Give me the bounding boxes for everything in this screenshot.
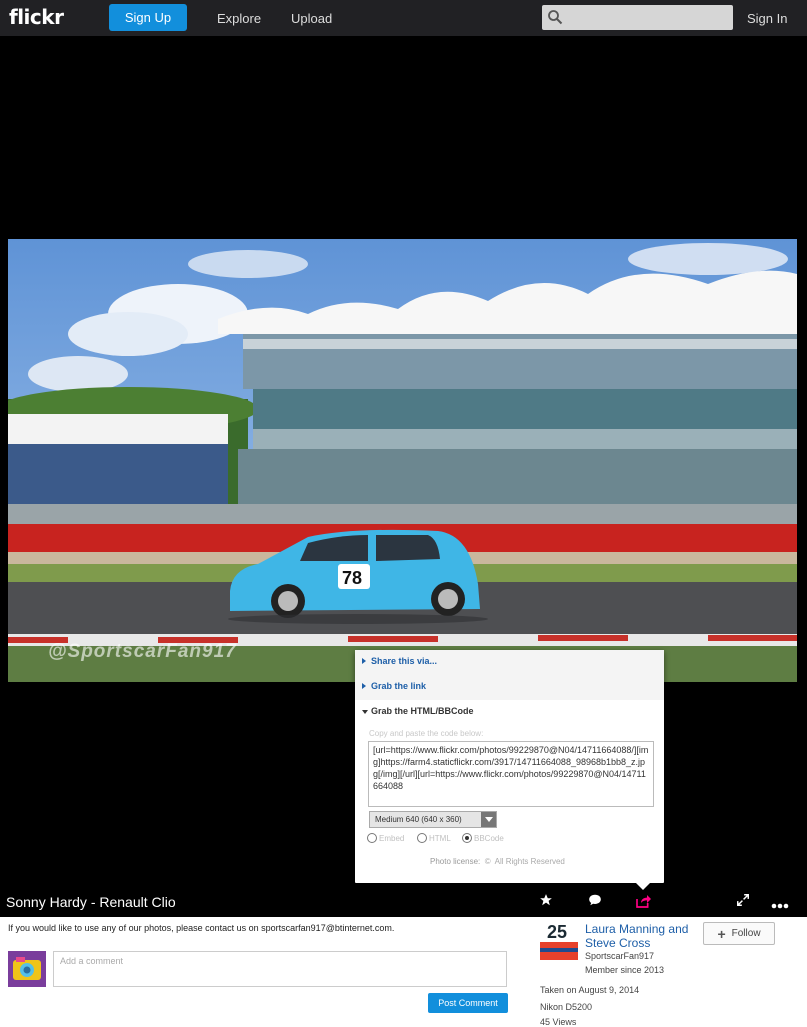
embed-code-textarea[interactable]: [url=https://www.flickr.com/photos/99229…: [368, 741, 654, 807]
svg-text:78: 78: [342, 568, 362, 588]
fullscreen-icon[interactable]: [736, 893, 750, 912]
license-label: Photo license:: [430, 857, 481, 866]
format-bbcode-radio[interactable]: BBCode: [462, 833, 504, 843]
owner-member-since: Member since 2013: [585, 965, 665, 975]
format-bbcode-label: BBCode: [474, 834, 504, 843]
share-icon[interactable]: [635, 893, 651, 914]
photo-description: If you would like to use any of our phot…: [8, 923, 395, 933]
comment-input[interactable]: Add a comment: [53, 951, 507, 987]
top-navigation-bar: flickr Sign Up Explore Upload Sign In: [0, 0, 807, 36]
grab-html-label: Grab the HTML/BBCode: [371, 706, 474, 716]
collapse-arrow-icon: [362, 710, 368, 714]
taken-date[interactable]: Taken on August 9, 2014: [540, 985, 639, 995]
flickr-logo[interactable]: flickr: [9, 5, 64, 29]
view-count: 45 Views: [540, 1017, 577, 1027]
size-select[interactable]: Medium 640 (640 x 360): [369, 811, 497, 828]
grab-link-label: Grab the link: [371, 681, 427, 691]
photo-watermark: @SportscarFan917: [48, 641, 237, 662]
search-icon: [548, 10, 563, 25]
share-via-option[interactable]: Share this via...: [355, 650, 664, 676]
plus-icon: +: [717, 925, 726, 942]
format-html-label: HTML: [429, 834, 451, 843]
copyright-icon: ©: [482, 857, 493, 866]
photo-license: Photo license: © All Rights Reserved: [430, 857, 565, 866]
owner-username[interactable]: SportscarFan917: [585, 951, 654, 961]
format-embed-radio[interactable]: Embed: [367, 833, 404, 843]
more-options-icon[interactable]: [771, 896, 789, 914]
grab-html-option[interactable]: Grab the HTML/BBCode: [355, 700, 664, 725]
photo-title: Sonny Hardy - Renault Clio: [6, 894, 176, 910]
format-html-radio[interactable]: HTML: [417, 833, 451, 843]
license-value: All Rights Reserved: [494, 857, 565, 866]
grab-link-option[interactable]: Grab the link: [355, 675, 664, 701]
main-photo[interactable]: 78: [8, 239, 797, 682]
expand-arrow-icon: [362, 683, 366, 689]
format-embed-label: Embed: [379, 834, 405, 843]
sign-up-button[interactable]: Sign Up: [109, 4, 187, 31]
radio-icon: [417, 833, 427, 843]
chevron-down-icon: [481, 812, 496, 827]
radio-icon: [367, 833, 377, 843]
size-select-value: Medium 640 (640 x 360): [375, 815, 462, 824]
user-avatar: [8, 951, 46, 987]
share-popup: Share this via... Grab the link Grab the…: [355, 650, 664, 883]
radio-selected-icon: [462, 833, 472, 843]
nav-upload[interactable]: Upload: [291, 11, 332, 26]
share-via-label: Share this via...: [371, 656, 438, 666]
comment-icon[interactable]: [588, 893, 602, 912]
expand-arrow-icon: [362, 658, 366, 664]
search-input[interactable]: [542, 5, 733, 30]
nav-explore[interactable]: Explore: [217, 11, 261, 26]
follow-button[interactable]: + Follow: [703, 922, 775, 945]
owner-avatar[interactable]: 25: [540, 922, 578, 960]
copy-hint: Copy and paste the code below:: [369, 729, 484, 738]
favorite-star-icon[interactable]: [539, 893, 553, 912]
follow-label: Follow: [731, 928, 761, 939]
post-comment-button[interactable]: Post Comment: [428, 993, 508, 1013]
popup-pointer: [636, 883, 650, 890]
camera-model[interactable]: Nikon D5200: [540, 1002, 592, 1012]
buddy-number: 25: [547, 922, 568, 942]
sign-in-link[interactable]: Sign In: [747, 11, 787, 26]
owner-name-link[interactable]: Laura Manning and Steve Cross: [585, 922, 700, 950]
